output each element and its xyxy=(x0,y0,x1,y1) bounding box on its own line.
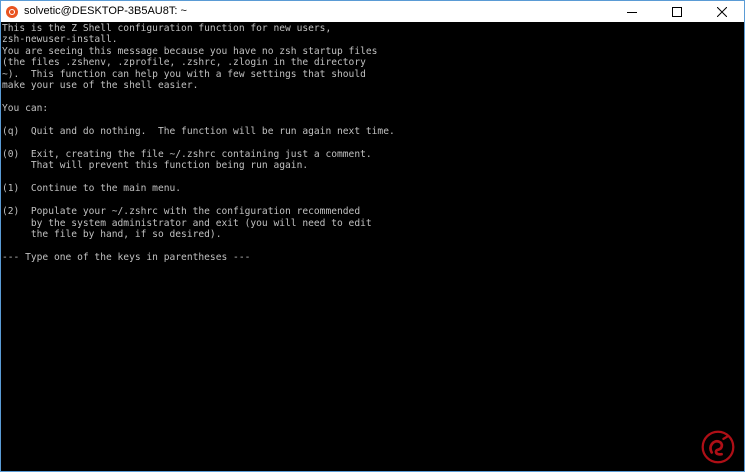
maximize-icon xyxy=(671,6,682,17)
window-title: solvetic@DESKTOP-3B5AU8T: ~ xyxy=(24,5,187,17)
terminal-line: (the files .zshenv, .zprofile, .zshrc, .… xyxy=(2,57,366,69)
terminal-line: That will prevent this function being ru… xyxy=(2,160,309,172)
scrollbar[interactable] xyxy=(732,22,744,471)
terminal-line: --- Type one of the keys in parentheses … xyxy=(2,252,251,264)
minimize-icon xyxy=(626,11,637,13)
terminal-line: zsh-newuser-install. xyxy=(2,34,118,46)
terminal-line: by the system administrator and exit (yo… xyxy=(2,217,372,229)
terminal-window: solvetic@DESKTOP-3B5AU8T: ~ This is the xyxy=(0,0,745,472)
terminal-line: (0) Exit, creating the file ~/.zshrc con… xyxy=(2,148,372,160)
terminal-line: make your use of the shell easier. xyxy=(2,80,199,92)
terminal-line: You can: xyxy=(2,103,49,115)
terminal-line: ~). This function can help you with a fe… xyxy=(2,68,366,80)
window-controls xyxy=(609,1,744,22)
terminal-line: the file by hand, if so desired). xyxy=(2,229,222,241)
terminal-line: This is the Z Shell configuration functi… xyxy=(2,23,332,34)
maximize-button[interactable] xyxy=(654,1,699,22)
terminal-area[interactable]: This is the Z Shell configuration functi… xyxy=(1,22,744,471)
ubuntu-icon[interactable] xyxy=(6,5,18,18)
terminal-line: (q) Quit and do nothing. The function wi… xyxy=(2,126,395,138)
minimize-button[interactable] xyxy=(609,1,654,22)
close-button[interactable] xyxy=(699,1,744,22)
solvetic-logo-icon xyxy=(701,430,735,464)
terminal-line: (1) Continue to the main menu. xyxy=(2,183,182,195)
terminal-line: (2) Populate your ~/.zshrc with the conf… xyxy=(2,206,361,218)
terminal-line: You are seeing this message because you … xyxy=(2,45,378,57)
close-icon xyxy=(716,6,727,17)
title-bar[interactable]: solvetic@DESKTOP-3B5AU8T: ~ xyxy=(1,1,744,22)
terminal-output: This is the Z Shell configuration functi… xyxy=(1,22,744,264)
